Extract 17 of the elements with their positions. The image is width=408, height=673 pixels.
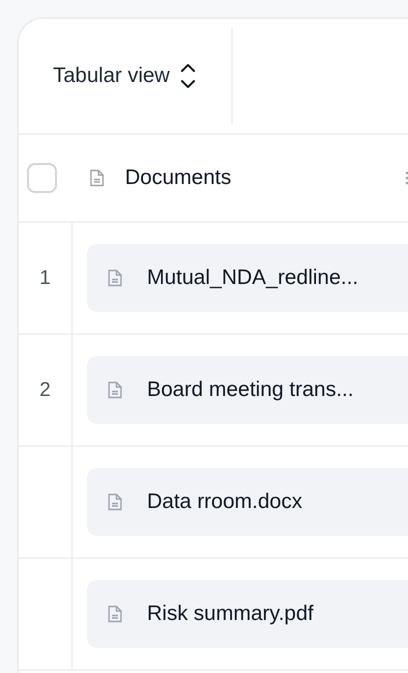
document-chip[interactable]: Data rroom.docx	[87, 468, 408, 536]
document-chip[interactable]: Risk summary.pdf	[87, 580, 408, 648]
chevron-up-down-icon	[180, 62, 196, 90]
document-icon	[107, 605, 123, 623]
select-all-checkbox[interactable]	[27, 163, 57, 193]
view-switcher[interactable]: Tabular view	[19, 27, 233, 125]
document-icon	[107, 381, 123, 399]
document-icon	[89, 169, 105, 187]
column-header[interactable]: Documents	[125, 166, 232, 190]
row-number: 1	[39, 266, 51, 290]
row-number: 2	[39, 378, 51, 402]
document-chip[interactable]: Board meeting trans...	[87, 356, 408, 424]
drag-handle-icon[interactable]	[405, 171, 408, 185]
view-label: Tabular view	[53, 64, 170, 88]
document-icon	[107, 269, 123, 287]
document-icon	[107, 493, 123, 511]
document-chip[interactable]: Mutual_NDA_redline...	[87, 244, 408, 312]
